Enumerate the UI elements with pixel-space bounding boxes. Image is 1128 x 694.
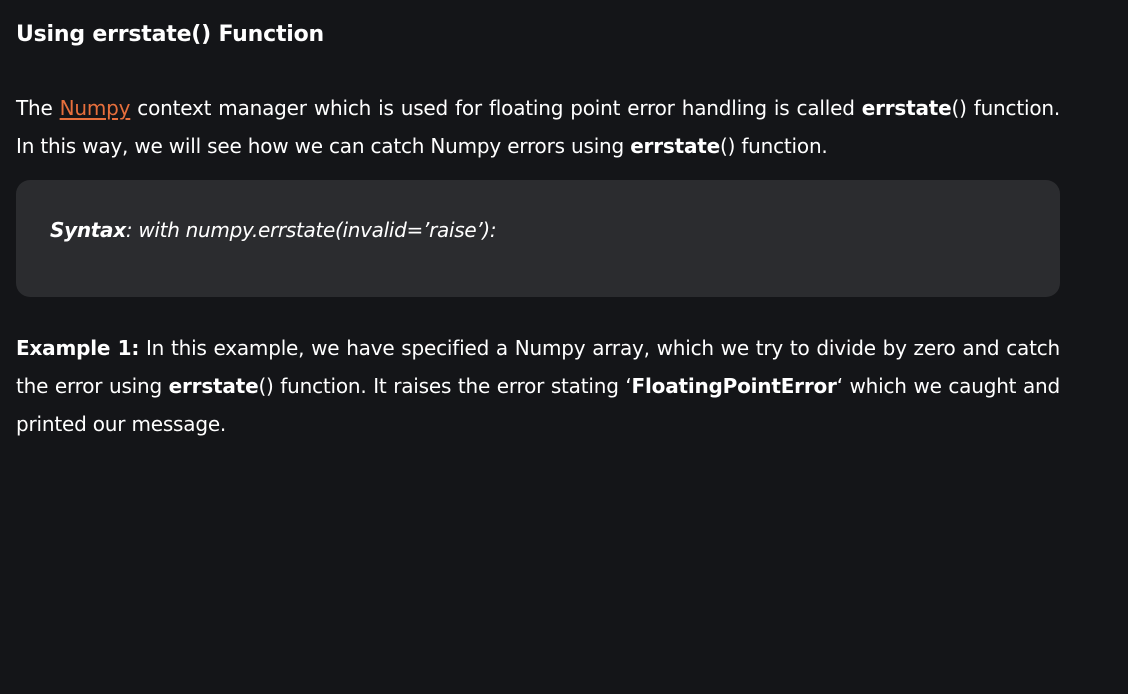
syntax-line: Syntax: with numpy.errstate(invalid=’rai… xyxy=(50,216,497,244)
intro-text-2: context manager which is used for floati… xyxy=(130,96,862,120)
intro-text-4: () function. xyxy=(719,134,828,158)
numpy-link[interactable]: Numpy xyxy=(60,96,131,120)
example-label: Example 1: xyxy=(16,336,140,360)
errstate-keyword: errstate xyxy=(861,96,952,120)
error-name: FloatingPointError xyxy=(631,374,837,398)
intro-text-1: The xyxy=(16,96,60,120)
syntax-code: : with numpy.errstate(invalid=’raise’): xyxy=(125,218,497,242)
section-heading: Using errstate() Function xyxy=(16,22,324,47)
example-paragraph: Example 1: In this example, we have spec… xyxy=(16,329,1060,443)
intro-paragraph: The Numpy context manager which is used … xyxy=(16,89,1060,165)
errstate-keyword: errstate xyxy=(630,134,720,158)
errstate-keyword: errstate xyxy=(168,374,259,398)
syntax-block: Syntax: with numpy.errstate(invalid=’rai… xyxy=(16,180,1060,297)
example-text-2: () function. It raises the error stating… xyxy=(258,374,632,398)
syntax-label: Syntax xyxy=(50,218,126,242)
